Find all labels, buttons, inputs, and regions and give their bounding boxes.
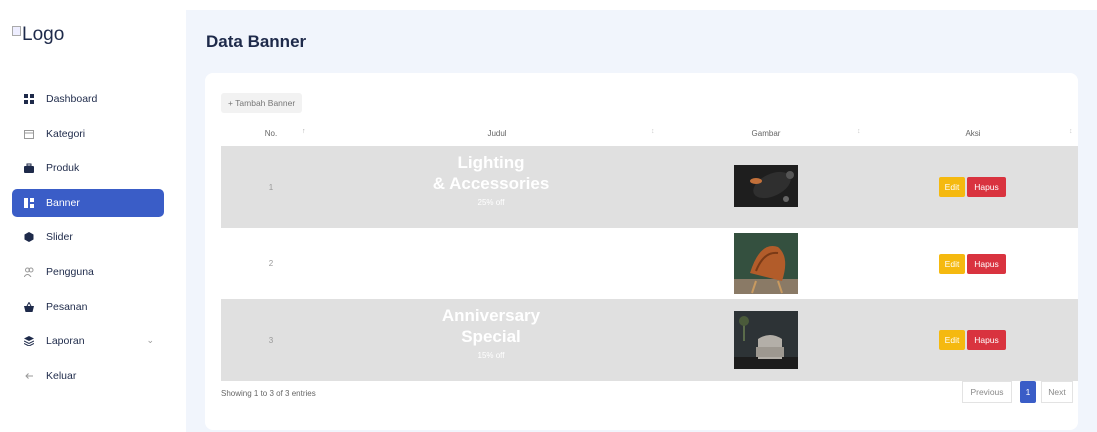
briefcase-icon — [24, 163, 34, 174]
sidebar-item-label: Dashboard — [46, 93, 98, 105]
sort-icon[interactable]: ↕ — [857, 128, 861, 135]
delete-button[interactable]: Hapus — [967, 254, 1006, 274]
banner-image — [734, 165, 798, 207]
banner-subtitle: 15% off — [477, 351, 505, 360]
banner-image — [734, 311, 798, 369]
banner-title-line: Lighting — [457, 153, 525, 172]
pagination-previous-button[interactable]: Previous — [962, 381, 1012, 403]
delete-button[interactable]: Hapus — [967, 177, 1006, 197]
sidebar-item-produk[interactable]: Produk — [12, 154, 164, 182]
delete-button[interactable]: Hapus — [967, 330, 1006, 350]
table-row: 3 Anniversary Special 15% off Edit Hapus — [221, 299, 1078, 381]
edit-button[interactable]: Edit — [939, 177, 965, 197]
banner-title: Lighting & Accessories 25% off — [391, 152, 591, 207]
table-row: 2 Edit Hapus — [221, 228, 1078, 299]
banner-title: Anniversary Special 15% off — [391, 305, 591, 360]
banner-title-line: Special — [461, 327, 521, 346]
sidebar-item-label: Kategori — [46, 127, 86, 140]
sidebar-item-label: Pengguna — [46, 265, 94, 278]
table-card: + Tambah Banner No. ↑ Judul ↕ Gambar ↕ A… — [205, 73, 1078, 430]
hexagon-icon — [24, 232, 34, 243]
sidebar: Logo Dashboard Kategori Produk Banner Sl… — [0, 0, 178, 432]
sidebar-item-label: Keluar — [46, 369, 77, 382]
basket-icon — [24, 301, 34, 312]
sidebar-item-label: Laporan — [46, 335, 85, 348]
sidebar-item-label: Pesanan — [46, 300, 88, 313]
edit-button[interactable]: Edit — [939, 254, 965, 274]
row-number: 1 — [268, 183, 274, 192]
pagination-next-button[interactable]: Next — [1041, 381, 1073, 403]
add-banner-button[interactable]: + Tambah Banner — [221, 93, 303, 113]
column-header-aksi[interactable]: Aksi — [943, 129, 1003, 138]
broken-image-icon — [12, 26, 21, 36]
sidebar-item-pengguna[interactable]: Pengguna — [12, 258, 164, 286]
page-title: Data Banner — [206, 32, 307, 51]
grid-icon — [24, 94, 34, 104]
row-number: 2 — [268, 259, 274, 268]
logo-text: Logo — [22, 24, 65, 45]
column-header-gambar[interactable]: Gambar — [726, 129, 806, 138]
sidebar-item-banner[interactable]: Banner — [12, 188, 164, 217]
banner-image — [734, 233, 798, 294]
sidebar-item-kategori[interactable]: Kategori — [12, 120, 164, 148]
sidebar-item-keluar[interactable]: Keluar — [12, 362, 164, 390]
layout-icon — [24, 197, 34, 208]
pagination-page-button[interactable]: 1 — [1020, 381, 1036, 403]
table-header: No. ↑ Judul ↕ Gambar ↕ Aksi ↕ — [221, 123, 1078, 145]
sort-icon[interactable]: ↕ — [1069, 128, 1073, 135]
banner-title-line: & Accessories — [432, 174, 550, 193]
table-row: 1 Lighting & Accessories 25% off Edit Ha… — [221, 146, 1078, 228]
sort-asc-icon[interactable]: ↑ — [302, 128, 306, 135]
logo[interactable]: Logo — [12, 24, 64, 46]
column-header-judul[interactable]: Judul — [457, 129, 537, 138]
sidebar-nav: Dashboard Kategori Produk Banner Slider … — [12, 85, 164, 396]
sidebar-item-laporan[interactable]: Laporan ⌄ — [12, 327, 164, 355]
calendar-icon — [24, 129, 34, 139]
layers-icon — [23, 336, 35, 347]
banner-subtitle: 25% off — [477, 198, 505, 207]
sidebar-item-slider[interactable]: Slider — [12, 223, 164, 251]
sidebar-item-label: Slider — [46, 231, 73, 244]
users-icon — [23, 267, 34, 278]
banner-title-line: Anniversary — [441, 306, 541, 325]
sidebar-item-label: Produk — [46, 162, 80, 175]
sort-icon[interactable]: ↕ — [651, 128, 655, 135]
sidebar-item-pesanan[interactable]: Pesanan — [12, 293, 164, 321]
chevron-down-icon[interactable]: ⌄ — [146, 335, 154, 346]
arrow-left-icon — [24, 371, 34, 381]
main-content: Data Banner + Tambah Banner No. ↑ Judul … — [186, 10, 1097, 432]
sidebar-item-label: Banner — [46, 196, 80, 209]
table-info: Showing 1 to 3 of 3 entries — [221, 389, 316, 398]
row-number: 3 — [268, 336, 274, 345]
column-header-no[interactable]: No. — [255, 129, 287, 138]
edit-button[interactable]: Edit — [939, 330, 965, 350]
sidebar-item-dashboard[interactable]: Dashboard — [12, 85, 164, 113]
